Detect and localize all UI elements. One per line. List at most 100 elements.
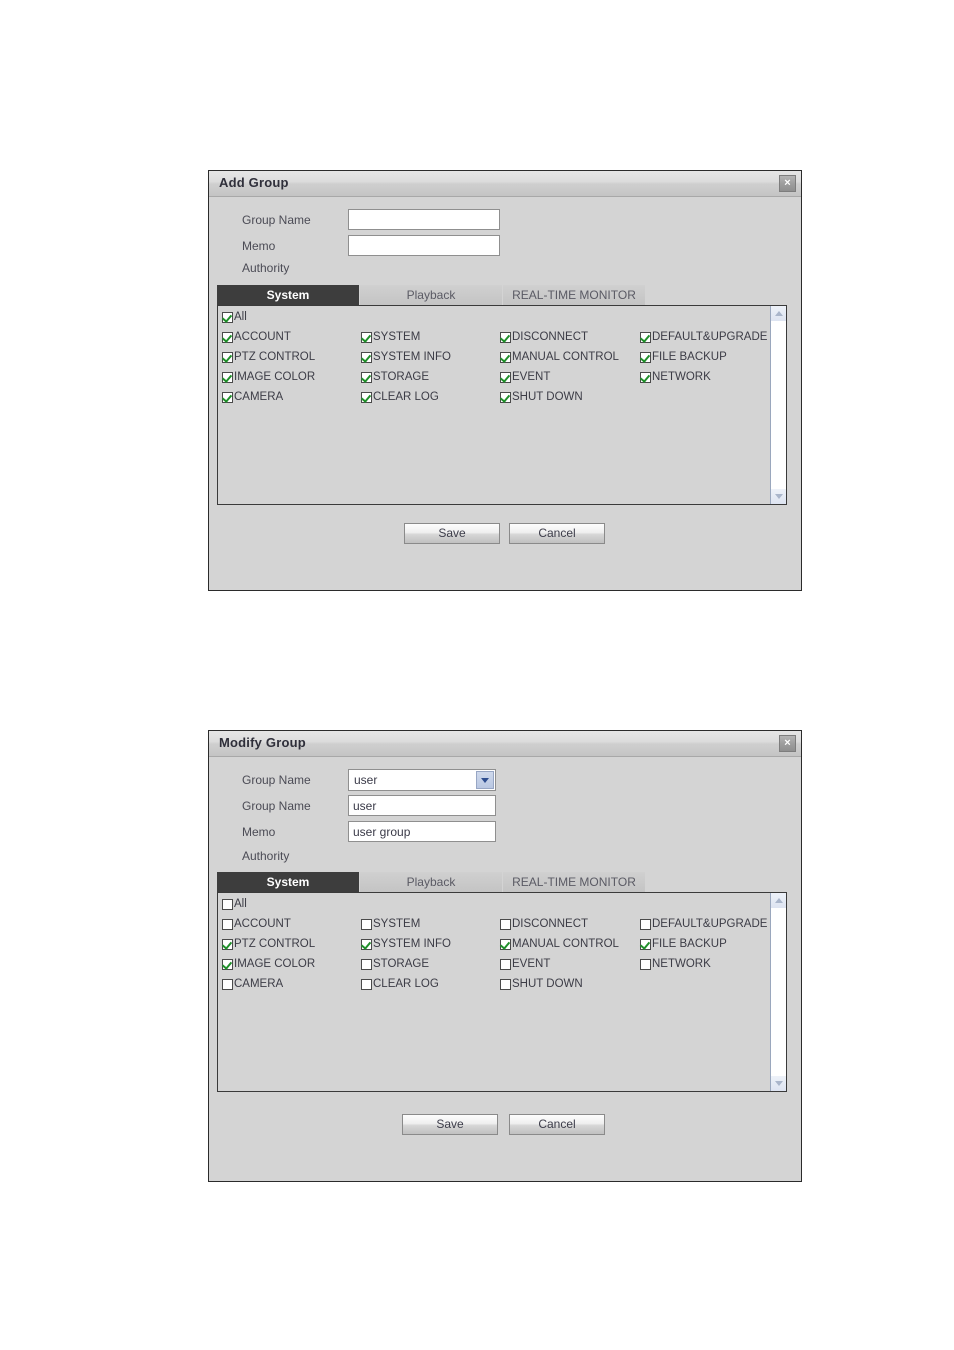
checkbox-disconnect-box[interactable] [500, 918, 511, 930]
checkbox-image-color-box[interactable] [222, 958, 233, 970]
checkbox-event[interactable]: EVENT [500, 955, 550, 973]
checkbox-camera[interactable]: CAMERA [222, 975, 283, 993]
checkbox-shut-down[interactable]: SHUT DOWN [500, 975, 583, 993]
checkbox-system-info-box[interactable] [361, 938, 372, 950]
checkbox-disconnect[interactable]: DISCONNECT [500, 328, 588, 346]
checkbox-file-backup-box[interactable] [640, 938, 651, 950]
checkbox-clear-log-box[interactable] [361, 391, 372, 403]
checkbox-shut-down-box[interactable] [500, 978, 511, 990]
group-name-label: Group Name [242, 799, 311, 813]
dialog-body: Group Name Memo Authority System Playbac… [209, 197, 801, 590]
permission-scrollbar[interactable] [770, 893, 786, 1091]
checkbox-system[interactable]: SYSTEM [361, 328, 420, 346]
checkbox-system-box[interactable] [361, 918, 372, 930]
checkbox-network-box[interactable] [640, 958, 651, 970]
checkbox-event-box[interactable] [500, 371, 511, 383]
group-select-row: Group Name user [209, 769, 801, 795]
checkbox-file-backup[interactable]: FILE BACKUP [640, 935, 727, 953]
checkbox-manual-control-box[interactable] [500, 938, 511, 950]
checkbox-all[interactable]: All [222, 895, 247, 913]
scroll-up-icon[interactable] [771, 306, 786, 321]
checkbox-shut-down-box[interactable] [500, 391, 511, 403]
checkbox-account-box[interactable] [222, 918, 233, 930]
save-button[interactable]: Save [404, 523, 500, 544]
group-name-input[interactable] [348, 795, 496, 816]
checkbox-all[interactable]: All [222, 308, 247, 326]
group-name-input[interactable] [348, 209, 500, 230]
chevron-down-icon[interactable] [476, 771, 494, 789]
checkbox-camera[interactable]: CAMERA [222, 388, 283, 406]
checkbox-default-upgrade-label: DEFAULT&UPGRADE [652, 330, 768, 343]
checkbox-all-box[interactable] [222, 311, 233, 323]
group-name-label: Group Name [242, 213, 311, 227]
checkbox-file-backup[interactable]: FILE BACKUP [640, 348, 727, 366]
close-icon[interactable]: × [779, 735, 796, 752]
checkbox-event-label: EVENT [512, 957, 551, 970]
checkbox-account[interactable]: ACCOUNT [222, 328, 291, 346]
checkbox-network[interactable]: NETWORK [640, 368, 711, 386]
checkbox-image-color[interactable]: IMAGE COLOR [222, 955, 315, 973]
checkbox-ptz-control[interactable]: PTZ CONTROL [222, 935, 315, 953]
checkbox-manual-control-box[interactable] [500, 351, 511, 363]
checkbox-manual-control[interactable]: MANUAL CONTROL [500, 348, 619, 366]
checkbox-event-label: EVENT [512, 370, 551, 383]
checkbox-shut-down[interactable]: SHUT DOWN [500, 388, 583, 406]
tab-real-time-monitor[interactable]: REAL-TIME MONITOR [503, 285, 646, 305]
checkbox-manual-control[interactable]: MANUAL CONTROL [500, 935, 619, 953]
checkbox-system-info[interactable]: SYSTEM INFO [361, 935, 451, 953]
scroll-up-icon[interactable] [771, 893, 786, 908]
checkbox-ptz-control-box[interactable] [222, 938, 233, 950]
checkbox-system-label: SYSTEM [373, 917, 421, 930]
cancel-button[interactable]: Cancel [509, 523, 605, 544]
checkbox-account-box[interactable] [222, 331, 233, 343]
group-name-select[interactable]: user [348, 769, 496, 791]
checkbox-all-box[interactable] [222, 898, 233, 910]
checkbox-system-info-box[interactable] [361, 351, 372, 363]
checkbox-camera-box[interactable] [222, 978, 233, 990]
checkbox-default-upgrade-box[interactable] [640, 331, 651, 343]
checkbox-event-box[interactable] [500, 958, 511, 970]
checkbox-disconnect[interactable]: DISCONNECT [500, 915, 588, 933]
checkbox-ptz-control[interactable]: PTZ CONTROL [222, 348, 315, 366]
checkbox-disconnect-box[interactable] [500, 331, 511, 343]
checkbox-default-upgrade[interactable]: DEFAULT&UPGRADE [640, 915, 767, 933]
checkbox-image-color-box[interactable] [222, 371, 233, 383]
checkbox-network-box[interactable] [640, 371, 651, 383]
memo-input[interactable] [348, 235, 500, 256]
memo-input[interactable] [348, 821, 496, 842]
checkbox-system-info[interactable]: SYSTEM INFO [361, 348, 451, 366]
checkbox-system-box[interactable] [361, 331, 372, 343]
checkbox-image-color[interactable]: IMAGE COLOR [222, 368, 315, 386]
checkbox-default-upgrade[interactable]: DEFAULT&UPGRADE [640, 328, 767, 346]
checkbox-default-upgrade-box[interactable] [640, 918, 651, 930]
checkbox-file-backup-box[interactable] [640, 351, 651, 363]
tab-real-time-monitor[interactable]: REAL-TIME MONITOR [503, 872, 646, 892]
checkbox-system[interactable]: SYSTEM [361, 915, 420, 933]
cancel-button[interactable]: Cancel [509, 1114, 605, 1135]
tab-playback[interactable]: Playback [360, 285, 503, 305]
dialog-body: Group Name user Group Name Memo Authorit… [209, 757, 801, 1181]
checkbox-clear-log[interactable]: CLEAR LOG [361, 388, 439, 406]
authority-label: Authority [242, 261, 290, 275]
checkbox-event[interactable]: EVENT [500, 368, 550, 386]
permission-scrollbar[interactable] [770, 306, 786, 504]
checkbox-clear-log-box[interactable] [361, 978, 372, 990]
checkbox-clear-log-label: CLEAR LOG [373, 977, 439, 990]
tab-system[interactable]: System [217, 285, 360, 305]
checkbox-storage-box[interactable] [361, 371, 372, 383]
close-icon[interactable]: × [779, 175, 796, 192]
save-button[interactable]: Save [402, 1114, 498, 1135]
group-name-row: Group Name [209, 795, 801, 821]
checkbox-storage-box[interactable] [361, 958, 372, 970]
scroll-down-icon[interactable] [771, 489, 786, 504]
checkbox-storage[interactable]: STORAGE [361, 955, 429, 973]
checkbox-camera-box[interactable] [222, 391, 233, 403]
tab-system[interactable]: System [217, 872, 360, 892]
tab-playback[interactable]: Playback [360, 872, 503, 892]
checkbox-ptz-control-box[interactable] [222, 351, 233, 363]
checkbox-clear-log[interactable]: CLEAR LOG [361, 975, 439, 993]
scroll-down-icon[interactable] [771, 1076, 786, 1091]
checkbox-network[interactable]: NETWORK [640, 955, 711, 973]
checkbox-account[interactable]: ACCOUNT [222, 915, 291, 933]
checkbox-storage[interactable]: STORAGE [361, 368, 429, 386]
